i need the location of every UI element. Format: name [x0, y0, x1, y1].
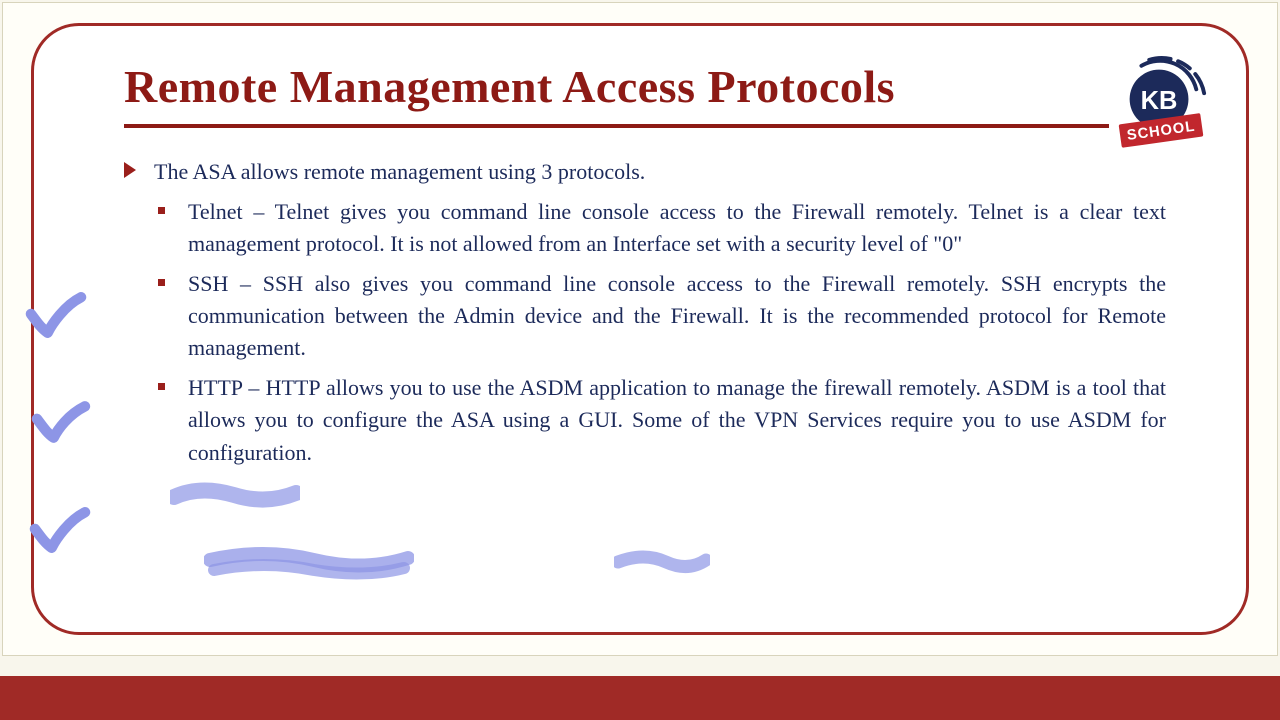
- slide-outer-frame: KB SCHOOL Remote Management Access Proto…: [2, 2, 1278, 656]
- highlight-scribble: [204, 546, 414, 580]
- checkmark-icon: [24, 291, 88, 339]
- slide-title: Remote Management Access Protocols: [124, 62, 1166, 112]
- checkmark-icon: [30, 398, 94, 446]
- highlight-scribble: [170, 481, 300, 511]
- title-underline: [124, 124, 1109, 128]
- footer-bar: [0, 676, 1280, 720]
- footer-gap: [0, 656, 1280, 676]
- bullet-ssh: SSH – SSH also gives you command line co…: [124, 268, 1166, 364]
- slide-content-box: KB SCHOOL Remote Management Access Proto…: [31, 23, 1249, 635]
- logo-kb-text: KB: [1141, 87, 1178, 115]
- highlight-scribble: [614, 546, 710, 574]
- checkmark-icon: [28, 506, 92, 554]
- kb-school-logo: KB SCHOOL: [1112, 54, 1210, 152]
- bullet-telnet: Telnet – Telnet gives you command line c…: [124, 196, 1166, 260]
- lead-line: The ASA allows remote management using 3…: [124, 156, 1166, 188]
- bullet-http: HTTP – HTTP allows you to use the ASDM a…: [124, 372, 1166, 468]
- slide-body: The ASA allows remote management using 3…: [124, 156, 1166, 469]
